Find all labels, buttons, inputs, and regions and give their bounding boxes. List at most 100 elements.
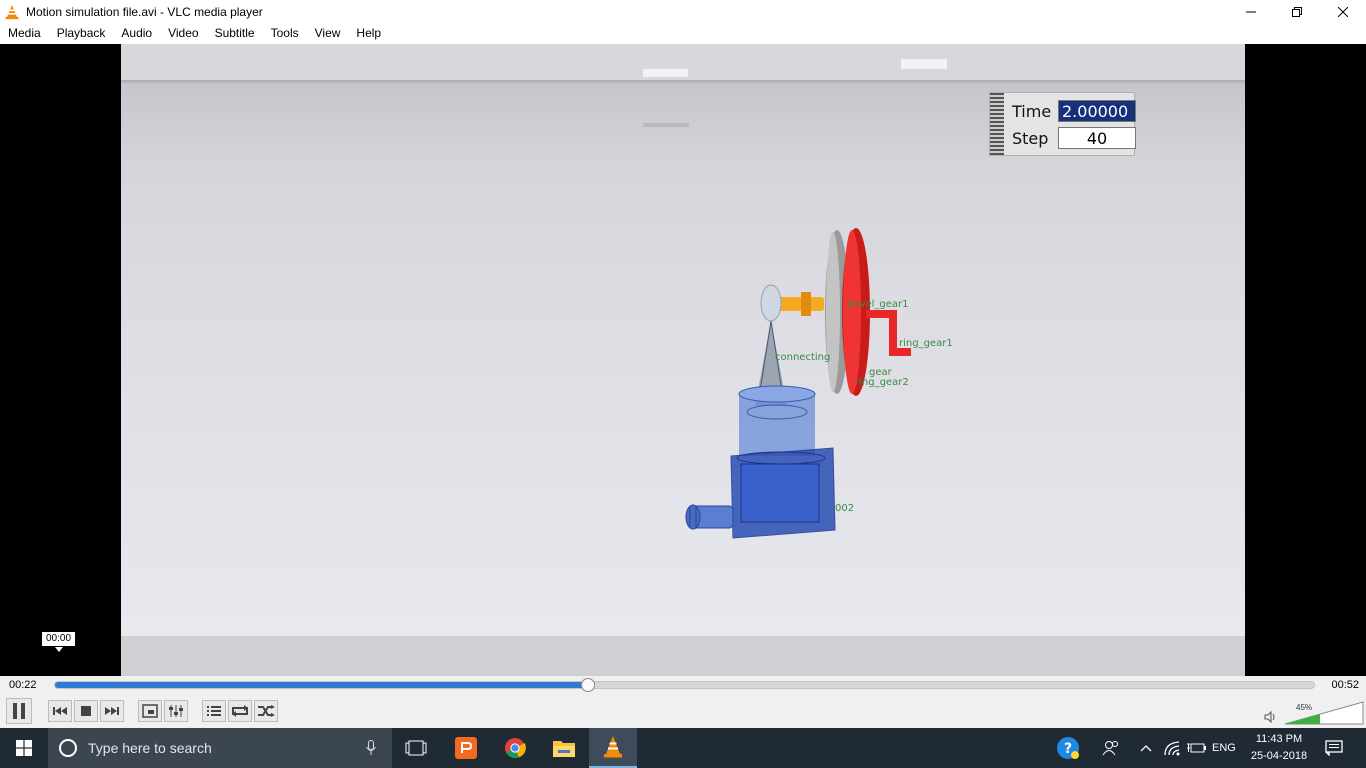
window-title: Motion simulation file.avi - VLC media p… xyxy=(26,5,263,19)
menu-video[interactable]: Video xyxy=(160,24,206,44)
video-frame: bevel_gear1 ring_gear1 connecting gear r… xyxy=(121,44,1245,676)
hud-grip xyxy=(990,93,1004,155)
seek-row: 00:22 00:52 xyxy=(0,676,1366,696)
menu-audio[interactable]: Audio xyxy=(113,24,160,44)
close-icon xyxy=(1338,7,1348,17)
battery-icon xyxy=(1187,743,1206,753)
help-tray-button[interactable]: ? xyxy=(1054,728,1082,768)
cortana-icon xyxy=(59,739,77,757)
menu-tools[interactable]: Tools xyxy=(263,24,307,44)
hud-time-value: 2.00000 xyxy=(1058,100,1136,122)
windows-logo-icon xyxy=(16,740,32,756)
extended-settings-button[interactable] xyxy=(164,700,188,722)
menu-subtitle[interactable]: Subtitle xyxy=(207,24,263,44)
scene-label-ring-gear2: ring_gear2 xyxy=(855,377,909,388)
pause-button[interactable] xyxy=(6,698,32,724)
vlc-cone-icon xyxy=(5,5,19,20)
task-view-icon xyxy=(405,740,427,756)
clock-date: 25-04-2018 xyxy=(1250,750,1308,762)
shaft xyxy=(776,297,824,311)
control-bar: 45% xyxy=(0,696,1366,728)
search-placeholder: Type here to search xyxy=(88,740,212,756)
hud-step-label: Step xyxy=(1012,128,1049,148)
seek-bar[interactable] xyxy=(54,678,1315,692)
exhaust-pipe xyxy=(685,504,734,530)
show-hidden-icons-button[interactable] xyxy=(1136,728,1156,768)
vlc-taskbar-button[interactable] xyxy=(589,728,637,768)
clock[interactable]: 11:43 PM 25-04-2018 xyxy=(1244,731,1314,765)
taskbar: Type here to search ? ENG 11:43 PM 25-04… xyxy=(0,728,1366,768)
playlist-icon xyxy=(207,706,221,716)
random-icon xyxy=(258,705,275,717)
action-center-button[interactable] xyxy=(1318,728,1350,768)
hover-timecode: 00:00 xyxy=(41,631,76,652)
scene-label-ring-gear1: ring_gear1 xyxy=(899,338,953,349)
playlist-button[interactable] xyxy=(202,700,226,722)
menu-view[interactable]: View xyxy=(307,24,349,44)
cylinder xyxy=(738,385,816,456)
previous-icon xyxy=(53,707,67,715)
scene-label-connecting: connecting xyxy=(775,352,830,363)
stop-button[interactable] xyxy=(74,700,98,722)
loop-icon xyxy=(232,705,248,717)
video-area[interactable]: bevel_gear1 ring_gear1 connecting gear r… xyxy=(0,44,1366,676)
fullscreen-button[interactable] xyxy=(138,700,162,722)
menu-bar: Media Playback Audio Video Subtitle Tool… xyxy=(0,24,1366,44)
next-icon xyxy=(105,707,119,715)
total-time[interactable]: 00:52 xyxy=(1331,679,1359,691)
hud-time-label: Time xyxy=(1012,101,1052,121)
crank-arm xyxy=(866,310,911,356)
start-button[interactable] xyxy=(0,728,48,768)
chrome-icon xyxy=(505,738,526,759)
people-icon xyxy=(1102,741,1118,756)
restore-button[interactable] xyxy=(1274,0,1320,24)
pause-icon xyxy=(13,703,25,719)
title-bar: Motion simulation file.avi - VLC media p… xyxy=(0,0,1366,24)
fullscreen-icon xyxy=(142,704,158,718)
stop-icon xyxy=(81,706,91,716)
pulley xyxy=(760,284,782,322)
microphone-icon[interactable] xyxy=(366,740,376,756)
seek-progress xyxy=(55,682,588,688)
network-button[interactable] xyxy=(1160,728,1184,768)
minimize-button[interactable] xyxy=(1228,0,1274,24)
next-button[interactable] xyxy=(100,700,124,722)
scene-label-bevel-gear1: bevel_gear1 xyxy=(847,299,908,310)
restore-icon xyxy=(1292,7,1302,17)
chevron-up-icon xyxy=(1140,745,1152,752)
help-icon: ? xyxy=(1057,737,1079,759)
task-view-button[interactable] xyxy=(392,728,440,768)
loop-button[interactable] xyxy=(228,700,252,722)
vlc-icon xyxy=(604,736,622,758)
taskbar-search[interactable]: Type here to search xyxy=(48,728,392,768)
menu-help[interactable]: Help xyxy=(348,24,389,44)
file-explorer-button[interactable] xyxy=(540,728,588,768)
previous-button[interactable] xyxy=(48,700,72,722)
speaker-icon[interactable] xyxy=(1264,711,1276,723)
elapsed-time[interactable]: 00:22 xyxy=(9,679,37,691)
clock-time: 11:43 PM xyxy=(1255,733,1303,745)
chrome-button[interactable] xyxy=(491,728,539,768)
action-center-icon xyxy=(1325,740,1343,756)
extended-settings-icon xyxy=(169,705,183,717)
hud-step-value: 40 xyxy=(1058,127,1136,149)
volume-percent: 45% xyxy=(1296,703,1313,712)
close-button[interactable] xyxy=(1320,0,1366,24)
people-button[interactable] xyxy=(1098,728,1124,768)
seek-handle[interactable] xyxy=(580,678,595,692)
wifi-icon xyxy=(1164,741,1180,756)
menu-media[interactable]: Media xyxy=(0,24,49,44)
scene-label-002: 002 xyxy=(835,503,854,514)
simulation-hud: Time 2.00000 Step 40 xyxy=(989,92,1136,156)
random-button[interactable] xyxy=(254,700,278,722)
input-language[interactable]: ENG xyxy=(1212,728,1236,768)
flywheel-red xyxy=(842,228,870,396)
engine-block xyxy=(730,447,836,539)
battery-button[interactable] xyxy=(1184,728,1208,768)
presentation-app-icon xyxy=(455,737,477,759)
minimize-icon xyxy=(1246,11,1256,13)
svg-text:?: ? xyxy=(1064,741,1072,757)
menu-playback[interactable]: Playback xyxy=(49,24,114,44)
presentation-app-button[interactable] xyxy=(442,728,490,768)
file-explorer-icon xyxy=(553,741,575,757)
